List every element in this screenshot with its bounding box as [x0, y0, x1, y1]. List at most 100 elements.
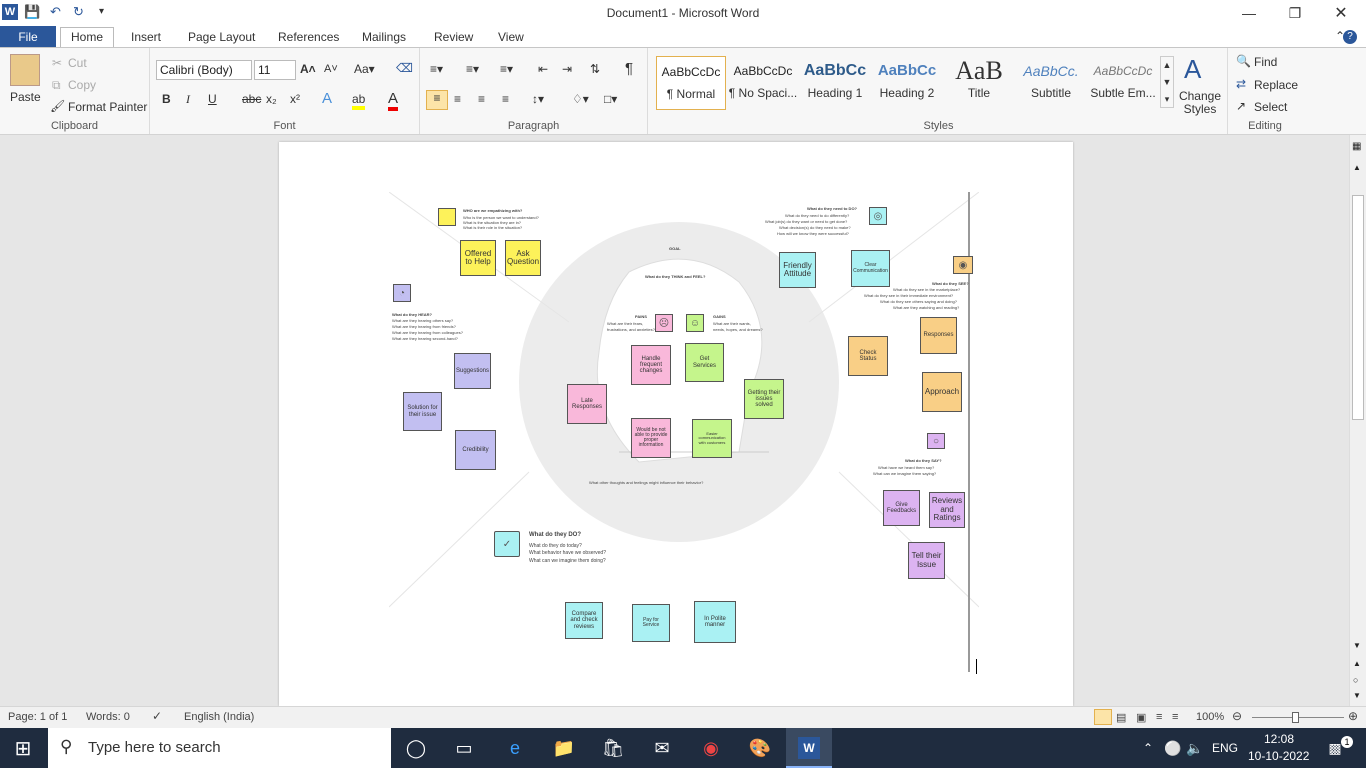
vertical-scrollbar[interactable]: ▦ ▲ ▼ ▲ ○ ▼ — [1349, 135, 1366, 706]
center-button[interactable]: ≡ — [454, 92, 461, 106]
restore-button[interactable]: ❐ — [1272, 0, 1318, 26]
shrink-font-icon[interactable]: A˅ — [324, 63, 338, 75]
superscript-button[interactable]: x² — [290, 92, 300, 106]
file-explorer-icon[interactable]: 📁 — [551, 736, 577, 760]
document-page[interactable]: WHO are we empathizing with? Who is the … — [279, 142, 1073, 706]
tab-home[interactable]: Home — [60, 27, 115, 49]
paste-button[interactable]: Paste — [10, 90, 41, 104]
strikethrough-button[interactable]: abc — [242, 92, 261, 106]
minimize-button[interactable]: — — [1226, 0, 1272, 26]
proofing-icon[interactable]: ✓ — [152, 709, 162, 723]
format-painter-button[interactable]: Format Painter — [68, 100, 147, 114]
clock-date[interactable]: 10-10-2022 — [1248, 749, 1309, 763]
language-indicator[interactable]: English (India) — [184, 711, 254, 723]
zoom-slider-thumb[interactable] — [1292, 712, 1299, 723]
zoom-level[interactable]: 100% — [1196, 711, 1224, 723]
change-case-icon[interactable]: Aa▾ — [354, 62, 375, 76]
taskbar-search-box[interactable]: ⚲ Type here to search — [48, 728, 391, 768]
select-icon[interactable]: ↗ — [1236, 99, 1246, 113]
clear-formatting-icon[interactable]: ⌫ — [396, 61, 413, 75]
store-icon[interactable]: 🛍 — [600, 736, 626, 760]
shading-icon[interactable]: ♢▾ — [572, 92, 589, 106]
scissors-icon[interactable]: ✂ — [52, 56, 62, 70]
next-page-icon[interactable]: ▼ — [1353, 691, 1361, 700]
tab-file[interactable]: File — [0, 26, 56, 48]
format-painter-icon[interactable]: 🖌 — [50, 99, 65, 113]
font-name-combo[interactable]: Calibri (Body) — [156, 60, 252, 80]
change-styles-icon[interactable]: A — [1184, 54, 1201, 85]
subscript-button[interactable]: x₂ — [266, 92, 277, 106]
mail-icon[interactable]: ✉ — [649, 736, 675, 760]
page-count[interactable]: Page: 1 of 1 — [8, 711, 67, 723]
bullets-icon[interactable]: ≡▾ — [430, 62, 443, 76]
empathy-map-image[interactable]: WHO are we empathizing with? Who is the … — [389, 192, 979, 672]
text-effects-icon[interactable]: A — [322, 90, 332, 107]
paste-icon[interactable] — [10, 54, 40, 86]
increase-indent-icon[interactable]: ⇥ — [562, 62, 572, 76]
draft-view-icon[interactable]: ≡ — [1172, 711, 1178, 723]
language-tray[interactable]: ENG — [1212, 741, 1238, 755]
edge-icon[interactable]: e — [502, 736, 528, 760]
scroll-down-icon[interactable]: ▼ — [1353, 641, 1361, 650]
web-layout-icon[interactable]: ▣ — [1136, 711, 1146, 724]
line-spacing-icon[interactable]: ↕▾ — [532, 92, 544, 106]
windows-start-icon[interactable]: ⊞ — [10, 736, 36, 760]
show-formatting-icon[interactable]: ¶ — [625, 60, 633, 77]
underline-button[interactable]: U — [208, 92, 217, 106]
grow-font-icon[interactable]: A˄ — [300, 62, 316, 76]
select-button[interactable]: Select — [1254, 100, 1287, 114]
copy-button[interactable]: Copy — [68, 78, 96, 92]
style-subtitle[interactable]: AaBbCc. Subtitle — [1016, 56, 1086, 110]
previous-page-icon[interactable]: ▲ — [1353, 659, 1361, 668]
tab-references[interactable]: References — [268, 28, 349, 48]
style-heading-2[interactable]: AaBbCc Heading 2 — [872, 56, 942, 110]
show-hidden-icons-icon[interactable]: ⌃ — [1135, 736, 1161, 760]
justify-button[interactable]: ≡ — [502, 92, 509, 106]
scroll-up-icon[interactable]: ▲ — [1353, 163, 1361, 172]
ruler-toggle-icon[interactable]: ▦ — [1352, 141, 1361, 152]
align-right-button[interactable]: ≡ — [478, 92, 485, 106]
find-icon[interactable]: 🔍 — [1236, 54, 1251, 68]
cortana-icon[interactable]: ◯ — [403, 736, 429, 760]
replace-button[interactable]: Replace — [1254, 78, 1298, 92]
style-heading-1[interactable]: AaBbCc Heading 1 — [800, 56, 870, 110]
borders-icon[interactable]: □▾ — [604, 92, 617, 106]
cut-button[interactable]: Cut — [68, 56, 87, 70]
zoom-in-icon[interactable]: ⊕ — [1348, 709, 1358, 723]
highlight-icon[interactable]: ab — [352, 92, 366, 110]
print-layout-icon[interactable] — [1094, 709, 1112, 725]
sort-icon[interactable]: ⇅ — [590, 62, 600, 76]
tab-mailings[interactable]: Mailings — [352, 28, 416, 48]
zoom-out-icon[interactable]: ⊖ — [1232, 709, 1242, 723]
style-title[interactable]: AaB Title — [944, 56, 1014, 110]
chrome-icon[interactable]: ◉ — [698, 736, 724, 760]
find-button[interactable]: Find — [1254, 55, 1277, 69]
word-taskbar-button[interactable]: W — [786, 728, 832, 768]
tab-page-layout[interactable]: Page Layout — [178, 28, 265, 48]
task-view-icon[interactable]: ▭ — [451, 736, 477, 760]
style-subtle-emphasis[interactable]: AaBbCcDc Subtle Em... — [1088, 56, 1158, 110]
replace-icon[interactable]: ⇄ — [1236, 77, 1246, 91]
style-no-spacing[interactable]: AaBbCcDc ¶ No Spaci... — [728, 56, 798, 110]
clock-time[interactable]: 12:08 — [1264, 732, 1294, 746]
word-count[interactable]: Words: 0 — [86, 711, 130, 723]
copy-icon[interactable]: ⧉ — [52, 78, 61, 93]
style-normal[interactable]: AaBbCcDc ¶ Normal — [656, 56, 726, 110]
paint-icon[interactable]: 🎨 — [747, 736, 773, 760]
close-button[interactable]: ✕ — [1318, 0, 1364, 26]
tab-review[interactable]: Review — [424, 28, 483, 48]
tab-insert[interactable]: Insert — [121, 28, 171, 48]
multilevel-list-icon[interactable]: ≡▾ — [500, 62, 513, 76]
volume-icon[interactable]: 🔈 — [1182, 736, 1208, 760]
numbering-icon[interactable]: ≡▾ — [466, 62, 479, 76]
font-size-combo[interactable]: 11 — [254, 60, 296, 80]
font-color-icon[interactable]: A — [388, 90, 399, 111]
full-screen-view-icon[interactable]: ▤ — [1116, 711, 1126, 724]
decrease-indent-icon[interactable]: ⇤ — [538, 62, 548, 76]
scroll-thumb[interactable] — [1352, 195, 1364, 420]
align-left-button[interactable]: ≡ — [426, 90, 448, 110]
italic-button[interactable]: I — [186, 92, 190, 107]
help-icon[interactable]: ? — [1343, 30, 1357, 44]
browse-object-icon[interactable]: ○ — [1353, 675, 1358, 685]
styles-scroll-icon[interactable]: ▲ ▼ ▾ — [1160, 56, 1174, 108]
